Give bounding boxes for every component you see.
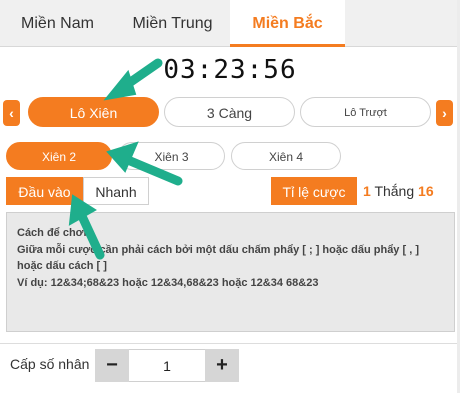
instructions-box[interactable]: Cách để chơi Giữa mỗi cược cần phải cách… <box>6 212 455 332</box>
rate-left-value: 1 <box>363 183 371 199</box>
multiplier-input[interactable]: 1 <box>129 349 205 382</box>
instructions-title: Cách để chơi <box>17 227 87 239</box>
instructions-line: Giữa mỗi cược cần phải cách bởi một dấu … <box>17 243 419 256</box>
countdown-clock: 03:23:56 <box>163 55 297 85</box>
divider <box>0 343 460 344</box>
increment-button[interactable]: + <box>205 349 239 382</box>
bet-type-lo-xien[interactable]: Lô Xiên <box>28 97 159 127</box>
rate-right-value: 16 <box>418 183 434 199</box>
tab-mien-trung[interactable]: Miền Trung <box>115 0 230 47</box>
bet-type-3-cang[interactable]: 3 Càng <box>164 97 295 127</box>
chevron-right-icon[interactable]: › <box>436 100 453 126</box>
chevron-left-icon[interactable]: ‹ <box>3 100 20 126</box>
region-tab-bar: Miền Nam Miền Trung Miền Bắc <box>0 0 460 47</box>
xien-3-tab[interactable]: Xiên 3 <box>118 142 225 170</box>
rate-text: Thắng <box>374 183 415 199</box>
instructions-example: Ví dụ: 12&34;68&23 hoặc 12&34,68&23 hoặc… <box>17 276 319 289</box>
tab-mien-bac[interactable]: Miền Bắc <box>230 0 345 47</box>
decrement-button[interactable]: − <box>95 349 129 382</box>
bet-type-lo-truot[interactable]: Lô Trượt <box>300 97 431 127</box>
input-mode-nhanh[interactable]: Nhanh <box>83 177 149 205</box>
rate-value: 1 Thắng 16 <box>363 177 453 205</box>
xien-4-tab[interactable]: Xiên 4 <box>231 142 341 170</box>
multiplier-label: Cấp số nhân <box>10 356 90 372</box>
input-mode-dau-vao[interactable]: Đầu vào <box>6 177 83 205</box>
rate-label: Tỉ lệ cược <box>271 177 357 205</box>
instructions-line: hoặc dấu cách [ ] <box>17 260 107 272</box>
xien-2-tab[interactable]: Xiên 2 <box>6 142 112 170</box>
tab-mien-nam[interactable]: Miền Nam <box>0 0 115 47</box>
